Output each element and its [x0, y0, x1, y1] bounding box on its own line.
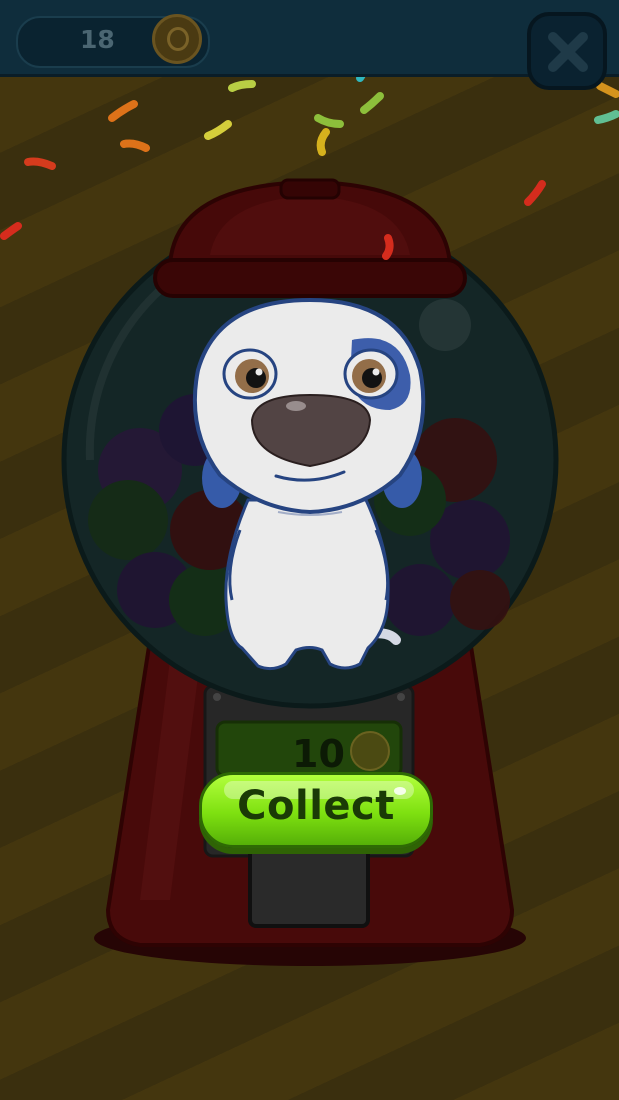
game-scene: 18 10 Collect: [0, 0, 619, 1100]
coin-face-icon: [167, 27, 189, 51]
price-coin-icon: [350, 731, 390, 771]
top-bar: 18: [0, 0, 619, 90]
close-icon[interactable]: [545, 29, 591, 75]
price-value: 10: [292, 732, 345, 776]
coin-count: 18: [80, 25, 115, 54]
coin-icon: [152, 14, 202, 64]
dim-overlay: [0, 0, 619, 1100]
collect-label: Collect: [237, 783, 395, 829]
collect-button[interactable]: Collect: [199, 772, 433, 848]
close-button[interactable]: [527, 12, 607, 90]
